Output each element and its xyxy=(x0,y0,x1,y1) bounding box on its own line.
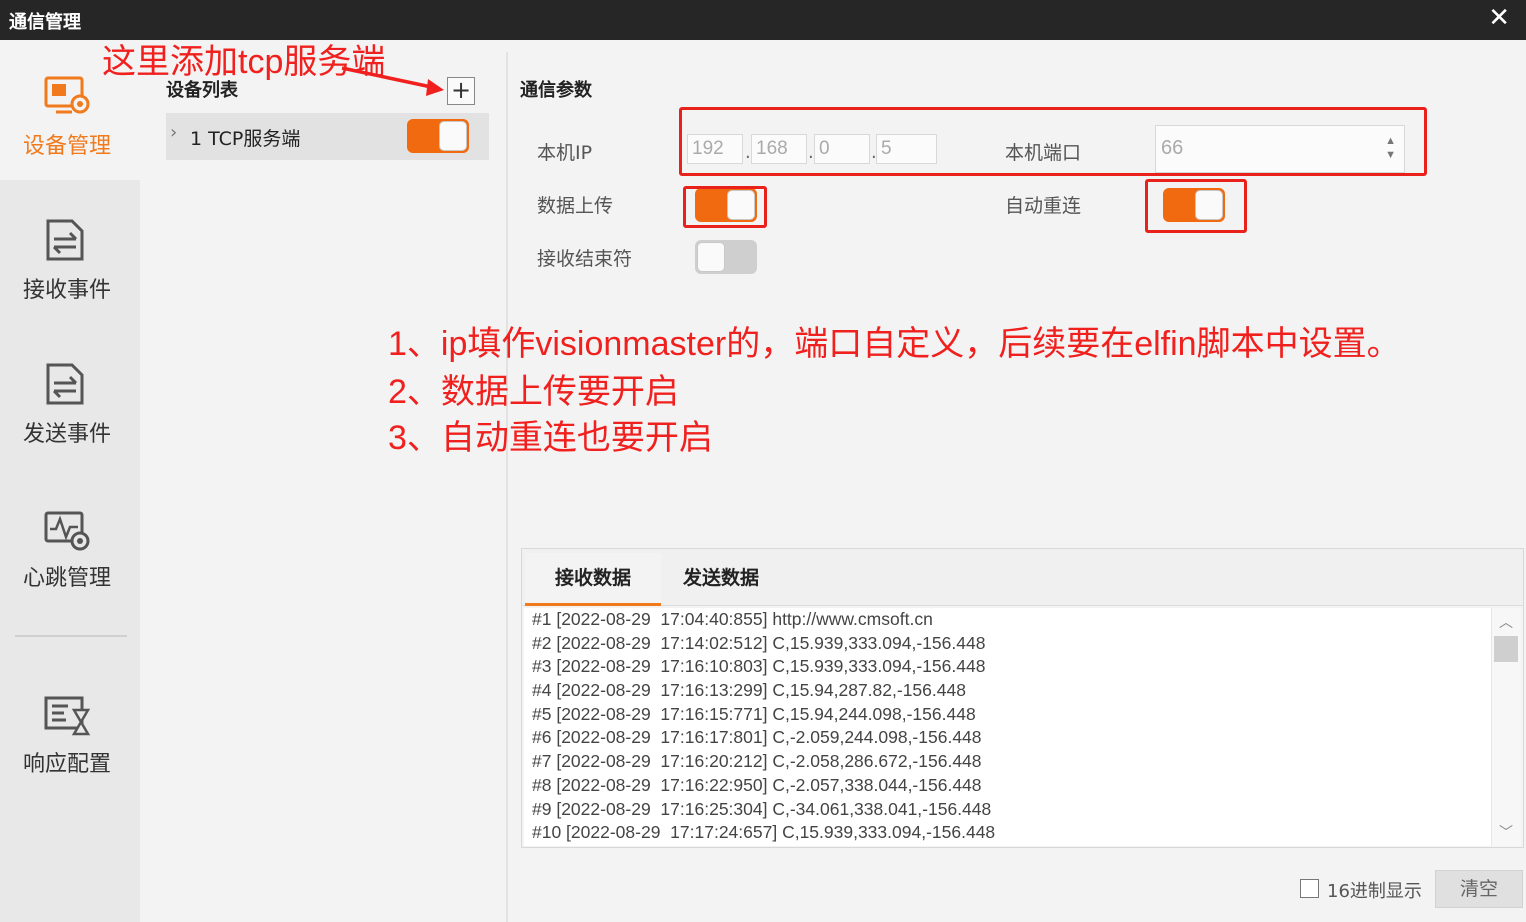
scroll-up-icon[interactable]: ︿ xyxy=(1492,612,1520,632)
sidebar: 设备管理 接收事件 发送事件 心跳管理 响应配置 xyxy=(0,40,140,922)
device-label: 1 TCP服务端 xyxy=(190,128,301,150)
reconnect-highlight-box xyxy=(1145,179,1247,233)
sidebar-item-label: 发送事件 xyxy=(22,422,111,447)
sidebar-item-response-config[interactable]: 响应配置 xyxy=(0,658,140,798)
sidebar-item-label: 接收事件 xyxy=(22,278,111,303)
log-line: #9 [2022-08-29 17:16:25:304] C,-34.061,3… xyxy=(532,798,992,819)
auto-reconnect-label: 自动重连 xyxy=(1005,195,1082,217)
arrow-icon xyxy=(341,66,444,96)
log-line: #4 [2022-08-29 17:16:13:299] C,15.94,287… xyxy=(532,680,966,701)
instruction-line-2: 2、数据上传要开启 xyxy=(388,373,679,411)
instruction-line-1: 1、ip填作visionmaster的，端口自定义，后续要在elfin脚本中设置… xyxy=(388,325,1401,363)
terminator-label: 接收结束符 xyxy=(537,248,633,270)
scroll-down-icon[interactable]: ﹀ xyxy=(1492,822,1520,842)
device-row[interactable]: › 1 TCP服务端 xyxy=(166,113,489,160)
sidebar-item-heartbeat[interactable]: 心跳管理 xyxy=(0,471,140,611)
tab-send-data[interactable]: 发送数据 xyxy=(661,553,781,606)
send-event-icon xyxy=(46,363,84,405)
add-device-button[interactable]: + xyxy=(447,77,475,105)
log-line: #6 [2022-08-29 17:16:17:801] C,-2.059,24… xyxy=(532,727,982,748)
log-line: #2 [2022-08-29 17:14:02:512] C,15.939,33… xyxy=(532,632,986,653)
clear-button[interactable]: 清空 xyxy=(1435,870,1523,908)
toggle-knob xyxy=(697,242,725,272)
upload-highlight-box xyxy=(683,186,767,228)
sidebar-item-receive-event[interactable]: 接收事件 xyxy=(0,183,140,323)
device-list-panel: 设备列表 + › 1 TCP服务端 xyxy=(140,40,506,922)
data-panel: 接收数据 发送数据 #1 [2022-08-29 17:04:40:855] h… xyxy=(521,548,1524,848)
instruction-line-3: 3、自动重连也要开启 xyxy=(388,419,713,457)
device-enable-toggle[interactable] xyxy=(407,119,469,153)
terminator-toggle[interactable] xyxy=(695,240,757,274)
panel-divider xyxy=(506,52,508,922)
close-icon[interactable]: ✕ xyxy=(1488,4,1510,32)
log-scrollbar[interactable]: ︿ ﹀ xyxy=(1491,608,1521,846)
window-title: 通信管理 xyxy=(9,12,81,33)
log-line: #10 [2022-08-29 17:17:24:657] C,15.939,3… xyxy=(532,822,996,843)
log-line: #5 [2022-08-29 17:16:15:771] C,15.94,244… xyxy=(532,703,976,724)
local-ip-label: 本机IP xyxy=(537,142,593,164)
response-config-icon xyxy=(44,696,91,736)
sidebar-item-label: 心跳管理 xyxy=(22,566,111,591)
data-upload-label: 数据上传 xyxy=(537,195,614,217)
hex-display-checkbox[interactable] xyxy=(1300,879,1319,898)
log-area[interactable]: #1 [2022-08-29 17:04:40:855] http://www.… xyxy=(524,608,1491,846)
log-line: #7 [2022-08-29 17:16:20:212] C,-2.058,28… xyxy=(532,751,982,772)
device-manage-icon xyxy=(44,76,90,114)
log-line: #1 [2022-08-29 17:04:40:855] http://www.… xyxy=(532,609,933,629)
tab-receive-data[interactable]: 接收数据 xyxy=(525,553,661,606)
params-title: 通信参数 xyxy=(520,80,592,101)
sidebar-item-send-event[interactable]: 发送事件 xyxy=(0,327,140,467)
sidebar-item-label: 响应配置 xyxy=(22,752,111,777)
log-line: #8 [2022-08-29 17:16:22:950] C,-2.057,33… xyxy=(532,774,982,795)
sidebar-item-label: 设备管理 xyxy=(22,134,111,159)
hex-display-label: 16进制显示 xyxy=(1327,881,1422,902)
sidebar-divider xyxy=(15,635,127,637)
scroll-thumb[interactable] xyxy=(1494,636,1518,662)
receive-event-icon xyxy=(46,219,84,261)
toggle-knob xyxy=(439,121,467,151)
log-line: #3 [2022-08-29 17:16:10:803] C,15.939,33… xyxy=(532,656,986,677)
ip-port-highlight-box xyxy=(679,107,1427,176)
data-tabs: 接收数据 发送数据 xyxy=(522,549,1523,606)
heartbeat-icon xyxy=(44,511,90,551)
chevron-right-icon[interactable]: › xyxy=(170,122,177,143)
